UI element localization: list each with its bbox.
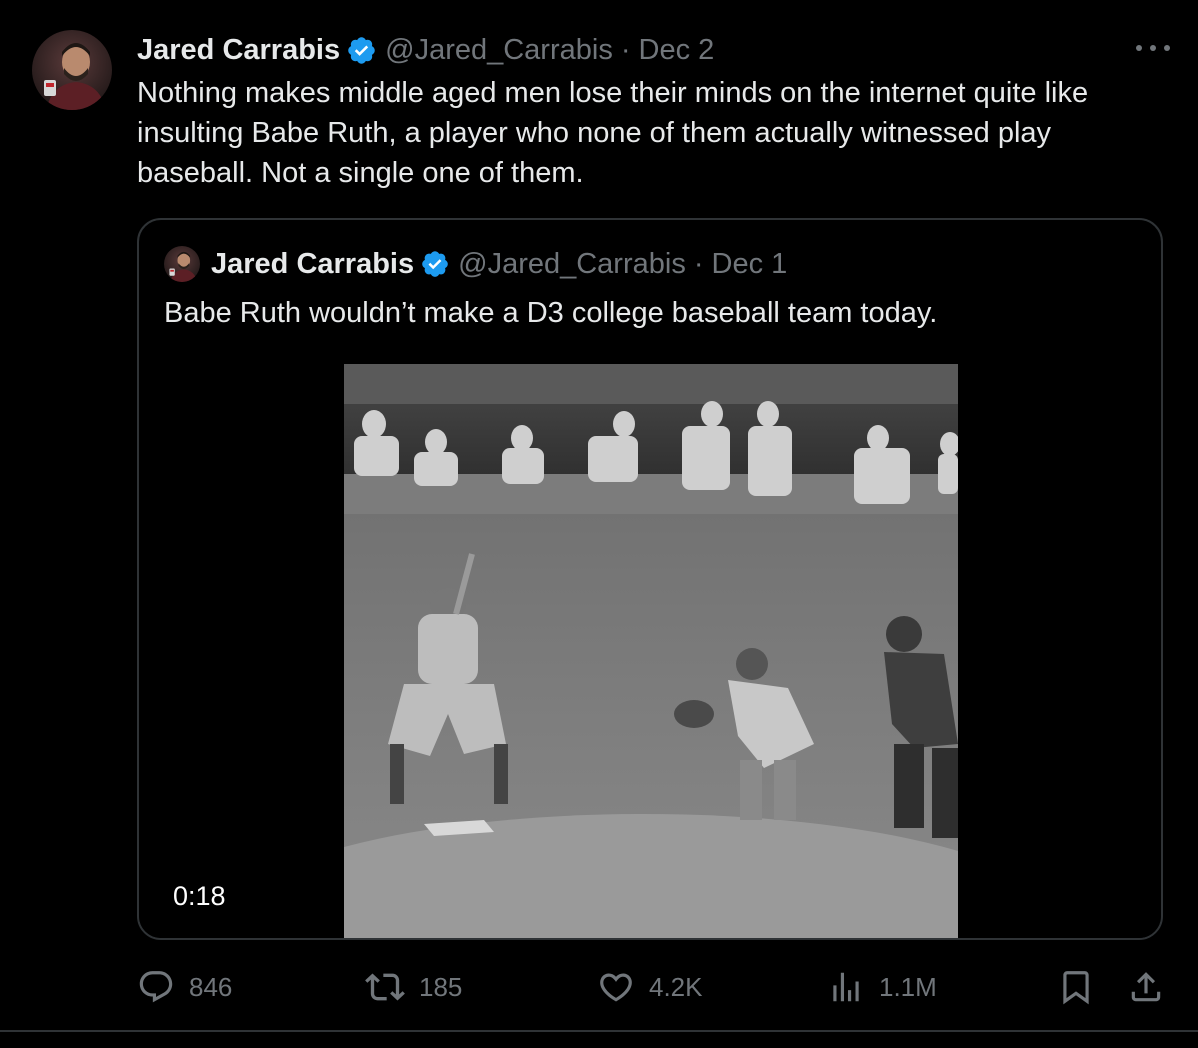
like-count: 4.2K — [649, 971, 703, 1002]
repost-button[interactable]: 185 — [365, 962, 462, 1012]
verified-badge-icon — [420, 249, 450, 279]
reply-count: 846 — [189, 971, 233, 1002]
tweet-action-bar: 846 185 4.2K 1.1M — [137, 962, 1167, 1012]
tweet: Jared Carrabis @Jared_Carrabis · Dec 2 N… — [0, 0, 1198, 1032]
like-icon — [600, 973, 632, 1002]
video-duration-badge: 0:18 — [161, 876, 238, 916]
author-handle[interactable]: @Jared_Carrabis — [385, 34, 613, 67]
tweet-date[interactable]: Dec 2 — [639, 34, 715, 67]
quoted-tweet-card[interactable]: Jared Carrabis @Jared_Carrabis · Dec 1 B… — [137, 218, 1163, 940]
quoted-author-name: Jared Carrabis — [211, 247, 415, 280]
views-count: 1.1M — [879, 971, 937, 1002]
share-icon — [1131, 972, 1161, 1002]
separator-dot: · — [693, 247, 704, 280]
quoted-tweet-header: Jared Carrabis @Jared_Carrabis · Dec 1 — [164, 246, 787, 282]
repost-icon — [365, 973, 405, 1001]
quoted-author-handle: @Jared_Carrabis — [458, 247, 686, 280]
tweet-text: Nothing makes middle aged men lose their… — [137, 77, 1089, 189]
video-thumbnail — [344, 364, 958, 938]
bookmark-icon — [1063, 971, 1089, 1005]
more-horizontal-icon[interactable] — [1136, 38, 1170, 58]
reply-icon — [139, 971, 173, 1003]
views-icon — [833, 972, 859, 1002]
separator-dot: · — [620, 33, 631, 66]
share-button[interactable] — [1127, 962, 1165, 1012]
views-button[interactable]: 1.1M — [827, 962, 937, 1012]
tweet-header: Jared Carrabis @Jared_Carrabis · Dec 2 — [137, 30, 714, 70]
quoted-tweet-date: Dec 1 — [711, 247, 788, 280]
like-button[interactable]: 4.2K — [597, 962, 703, 1012]
quoted-tweet-text: Babe Ruth wouldn’t make a D3 college bas… — [164, 297, 938, 329]
author-avatar[interactable] — [32, 30, 112, 110]
divider — [0, 1030, 1198, 1032]
verified-badge-icon — [346, 35, 377, 66]
quoted-author-avatar — [164, 246, 200, 282]
bookmark-button[interactable] — [1057, 962, 1095, 1012]
video-player[interactable]: 0:18 — [139, 364, 1161, 938]
reply-button[interactable]: 846 — [137, 962, 232, 1012]
author-name[interactable]: Jared Carrabis — [137, 34, 340, 67]
repost-count: 185 — [419, 971, 463, 1002]
